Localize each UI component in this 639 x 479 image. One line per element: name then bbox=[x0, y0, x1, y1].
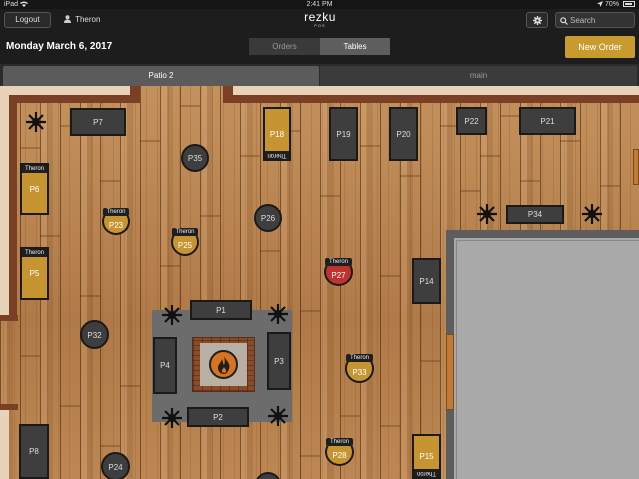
table-p35[interactable]: P35 bbox=[181, 144, 209, 172]
tab-room-main[interactable]: main bbox=[320, 66, 637, 86]
table-p4[interactable]: P4 bbox=[153, 337, 177, 394]
plant-icon bbox=[582, 204, 602, 224]
table-p5[interactable]: Theron P5 bbox=[20, 247, 49, 300]
table-p1[interactable]: P1 bbox=[190, 300, 252, 320]
table-p6[interactable]: Theron P6 bbox=[20, 163, 49, 215]
table-p15[interactable]: P15 Theron bbox=[412, 434, 441, 479]
wall bbox=[130, 86, 140, 103]
plant-icon bbox=[477, 204, 497, 224]
wall bbox=[0, 86, 140, 95]
table-p23[interactable]: Theron P23 bbox=[102, 208, 130, 235]
plant-icon bbox=[268, 406, 288, 426]
status-bar: iPad 2:41 PM 70% bbox=[0, 0, 639, 9]
table-p8[interactable]: P8 bbox=[19, 424, 49, 479]
table-p27[interactable]: Theron P27 bbox=[324, 258, 353, 286]
new-order-button[interactable]: New Order bbox=[565, 36, 635, 58]
door bbox=[446, 334, 454, 410]
brand-sub: POS bbox=[314, 23, 326, 28]
table-p25[interactable]: Theron P25 bbox=[171, 228, 199, 256]
plant-icon bbox=[268, 304, 288, 324]
brand-logo: rezku POS bbox=[290, 11, 350, 28]
tab-orders[interactable]: Orders bbox=[249, 38, 320, 55]
door bbox=[633, 149, 639, 185]
table-p3[interactable]: P3 bbox=[267, 332, 291, 390]
tab-room-patio-2[interactable]: Patio 2 bbox=[3, 66, 319, 86]
fire-icon bbox=[209, 350, 238, 379]
settings-button[interactable] bbox=[526, 12, 548, 28]
current-user[interactable]: Theron bbox=[64, 14, 100, 26]
table-p22[interactable]: P22 bbox=[456, 107, 487, 135]
gear-icon bbox=[532, 16, 542, 25]
table-p2[interactable]: P2 bbox=[187, 407, 249, 427]
battery-icon bbox=[623, 1, 635, 8]
table-p7[interactable]: P7 bbox=[70, 108, 126, 136]
battery-status: 70% bbox=[597, 0, 635, 9]
search-input[interactable] bbox=[570, 14, 632, 26]
table-p19[interactable]: P19 bbox=[329, 107, 358, 161]
wall bbox=[9, 95, 17, 315]
location-arrow-icon bbox=[597, 1, 604, 7]
table-p33[interactable]: Theron P33 bbox=[345, 354, 374, 383]
plant-icon bbox=[162, 305, 182, 325]
table-p28[interactable]: Theron P28 bbox=[325, 438, 354, 466]
room-tabs: Patio 2 main bbox=[0, 64, 639, 86]
table-p20[interactable]: P20 bbox=[389, 107, 418, 161]
user-icon bbox=[64, 15, 71, 23]
page-header: Monday March 6, 2017 Orders Tables New O… bbox=[0, 31, 639, 64]
table-p14[interactable]: P14 bbox=[412, 258, 441, 304]
table-p34[interactable]: P34 bbox=[506, 205, 564, 224]
wall bbox=[0, 95, 9, 315]
search-icon bbox=[560, 17, 568, 25]
search-box[interactable] bbox=[555, 12, 635, 28]
page-title: Monday March 6, 2017 bbox=[6, 41, 113, 52]
table-p24[interactable]: P24 bbox=[101, 452, 130, 479]
wall bbox=[0, 410, 9, 479]
top-bar: Logout Theron rezku POS bbox=[0, 9, 639, 31]
user-name: Theron bbox=[75, 15, 101, 24]
adjacent-room-interior bbox=[456, 240, 639, 479]
wall bbox=[223, 86, 639, 95]
table-p21[interactable]: P21 bbox=[519, 107, 576, 135]
tab-tables[interactable]: Tables bbox=[320, 38, 390, 55]
table-p18[interactable]: P18 Theron bbox=[263, 107, 291, 161]
wall bbox=[223, 95, 639, 103]
wall bbox=[223, 86, 233, 103]
status-time: 2:41 PM bbox=[306, 1, 333, 8]
table-p26[interactable]: P26 bbox=[254, 204, 282, 232]
brand-name: rezku bbox=[304, 10, 336, 24]
plant-icon bbox=[162, 408, 182, 428]
logout-button[interactable]: Logout bbox=[4, 12, 51, 28]
wall bbox=[10, 95, 134, 103]
floor-plan: P7 P18 Theron P19 P20 P22 P21 Theron P6 Th… bbox=[0, 86, 639, 479]
wall bbox=[0, 315, 18, 321]
plant-icon bbox=[26, 112, 46, 132]
table-p32[interactable]: P32 bbox=[80, 320, 109, 349]
